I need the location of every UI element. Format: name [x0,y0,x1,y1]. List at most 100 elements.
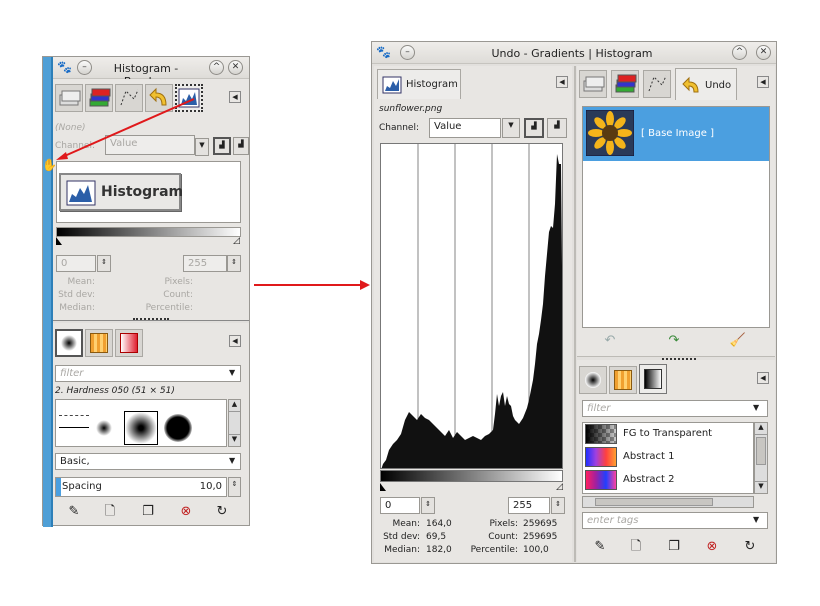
refresh-gradients-icon[interactable]: ↻ [741,538,759,556]
close-button[interactable]: ✕ [228,60,243,75]
vertical-separator[interactable] [574,66,576,562]
gradient-filter-dropdown-icon[interactable]: ▼ [753,403,759,412]
close-button-right[interactable]: ✕ [756,45,771,60]
tab-patterns-right[interactable] [609,366,637,394]
tags-dropdown-icon[interactable]: ▼ [753,515,759,524]
range-max-spinner-icon[interactable]: ⇕ [227,255,241,272]
range-end-marker[interactable]: ◿ [233,237,240,246]
gradient-item-fg-transparent[interactable]: FG to Transparent [583,423,753,446]
gradient-list-scrollbar[interactable]: ▲ ▼ [754,422,768,494]
menu-button-right[interactable]: – [400,45,415,60]
range-min-input-right[interactable]: 0 [380,497,420,514]
filter-dropdown-icon[interactable]: ▼ [229,368,235,377]
histogram-tab[interactable]: Histogram [377,69,461,99]
brush-line[interactable] [59,427,89,428]
stat-mean-value: 164,0 [426,519,452,529]
clear-history-icon[interactable]: 🧹 [729,332,747,350]
gradients-tab-menu-icon[interactable]: ◀ [757,372,769,384]
undo-step-icon[interactable]: ↶ [601,332,619,350]
maximize-button-right[interactable]: ^ [732,45,747,60]
stat-percentile-label-right: Percentile: [470,545,518,555]
right-dock-window: 🐾 – Undo - Gradients | Histogram ^ ✕ His… [371,41,777,564]
linear-histogram-icon-right[interactable]: ▟ [524,118,544,138]
spacing-spinner-icon[interactable]: ⇕ [228,477,241,497]
brush-tab-menu-icon[interactable]: ◀ [229,335,241,347]
spacing-value: 10,0 [199,481,222,492]
stat-stddev-value: 69,5 [426,532,447,542]
drag-annotation [56,98,195,160]
range-max-input[interactable]: 255 [183,255,227,272]
brush-grid[interactable] [55,399,227,447]
tab-layers-right[interactable] [579,70,607,98]
stat-median-label-right: Median: [384,545,420,555]
range-min-input[interactable]: 0 [56,255,96,272]
brush-pixel-1[interactable] [59,402,89,416]
channel-dropdown-icon-right[interactable]: ▼ [502,118,520,138]
refresh-brushes-icon[interactable]: ↻ [213,503,231,521]
maximize-button[interactable]: ^ [209,60,224,75]
range-start-marker[interactable] [56,237,62,245]
range-min-spinner-icon[interactable]: ⇕ [97,255,111,272]
gradient-icon [120,333,138,353]
right-titlebar[interactable]: 🐾 – Undo - Gradients | Histogram ^ ✕ [372,42,776,64]
range-max-input-right[interactable]: 255 [508,497,550,514]
new-brush-icon[interactable]: 🗋 [101,503,119,521]
pattern-icon [90,333,108,353]
edit-gradient-icon[interactable]: ✎ [591,538,609,556]
tab-gradients[interactable] [639,364,667,394]
delete-gradient-icon[interactable]: ⊗ [703,538,721,556]
brush-grid-scrollbar[interactable]: ▲ ▼ [228,399,241,447]
abstract-1-swatch [585,447,617,467]
drag-grip-dots [133,318,169,321]
gradient-item-abstract-1[interactable]: Abstract 1 [583,446,753,469]
redo-step-icon[interactable]: ↷ [665,332,683,350]
tab-undo-right[interactable]: Undo [675,68,737,100]
stat-pixels-value: 259695 [523,519,558,529]
undo-tab-menu-icon[interactable]: ◀ [757,76,769,88]
brush-hardness-050[interactable] [124,411,158,445]
new-gradient-icon[interactable]: 🗋 [627,538,645,556]
tab-brushes-right[interactable] [579,366,607,394]
channel-select-right[interactable]: Value [429,118,501,138]
stat-mean-label: Mean: [67,277,95,287]
histogram-graph [380,143,563,469]
stat-percentile-value: 100,0 [523,545,549,555]
tab-gradients-small[interactable] [115,329,143,357]
brush-name-label: 2. Hardness 050 (51 × 51) [55,386,175,396]
histogram-range-end-marker[interactable]: ◿ [556,482,563,492]
tags-input[interactable]: enter tags [582,512,768,529]
gradient-item-abstract-2[interactable]: Abstract 2 [583,469,753,492]
stat-median-label: Median: [59,303,95,313]
duplicate-gradient-icon[interactable]: ❐ [665,538,683,556]
delete-brush-icon[interactable]: ⊗ [177,503,195,521]
brush-soft-small[interactable] [96,420,112,436]
tab-paths-right[interactable] [643,70,671,98]
left-titlebar[interactable]: 🐾 – Histogram - Brushes ^ ✕ [53,57,249,88]
gradient-horizontal-scrollbar[interactable] [582,496,754,508]
paths-icon-right [648,75,667,92]
tab-channels-right[interactable] [611,70,639,98]
brush-preset-select[interactable]: Basic, [55,453,241,470]
log-histogram-icon-right[interactable]: ▟ [547,118,567,138]
histogram-tab-menu-icon[interactable]: ◀ [556,76,568,88]
undo-item-base-image[interactable]: [ Base Image ] [583,107,769,161]
histogram-range-start-marker[interactable] [380,483,386,491]
tab-brushes[interactable] [55,329,83,357]
preset-dropdown-icon[interactable]: ▼ [229,456,235,465]
edit-brush-icon[interactable]: ✎ [65,503,83,521]
right-window-title: Undo - Gradients | Histogram [491,47,653,60]
brush-hard-round[interactable] [164,414,192,442]
tab-patterns[interactable] [85,329,113,357]
duplicate-brush-icon[interactable]: ❐ [139,503,157,521]
stat-count-label: Count: [163,290,193,300]
brush-filter-input[interactable]: filter [55,365,241,382]
horizontal-separator[interactable] [577,356,775,357]
gradient-filter-input[interactable]: filter [582,400,768,417]
brush-icon-right [585,372,601,388]
drag-cursor-icon: ✋ [42,158,57,172]
undo-panel: Undo ◀ [ Base Image ] ↶ ↷ 🧹 [577,66,775,356]
range-max-spinner-right[interactable]: ⇕ [551,497,565,514]
spacing-slider[interactable]: Spacing 10,0 [55,477,227,497]
menu-button[interactable]: – [77,60,92,75]
range-min-spinner-right[interactable]: ⇕ [421,497,435,514]
